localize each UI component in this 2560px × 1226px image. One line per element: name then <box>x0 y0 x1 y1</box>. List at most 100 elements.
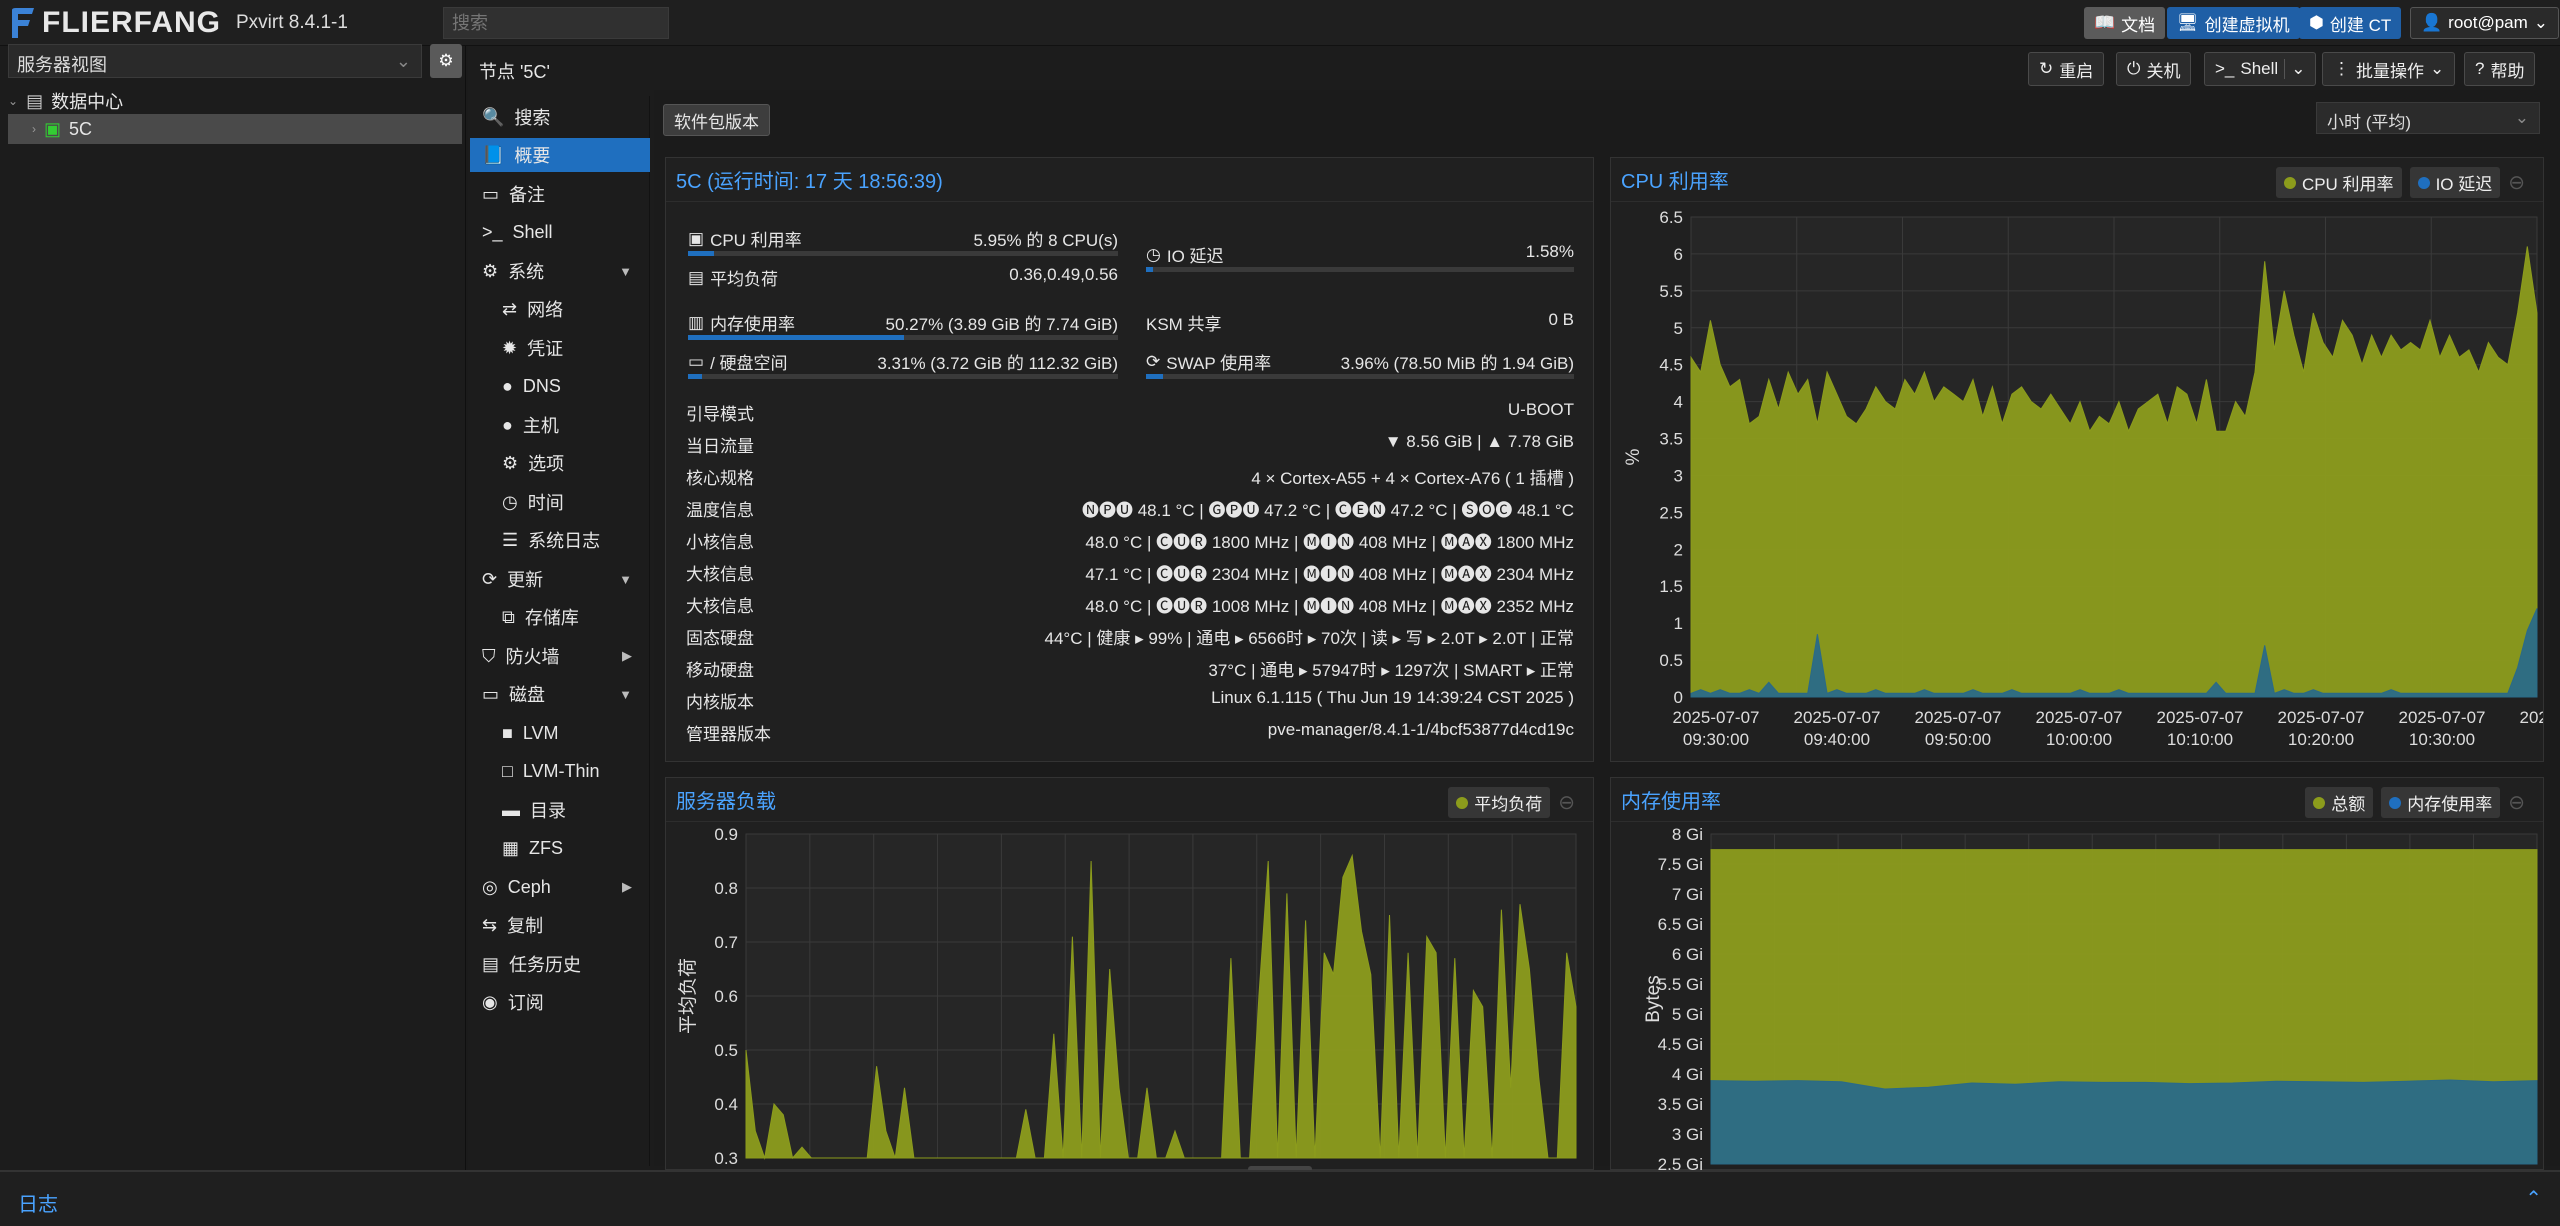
nav-label: 复制 <box>507 916 544 936</box>
cpu-usage-label-text: CPU 利用率 <box>710 231 802 250</box>
docs-button[interactable]: 📖 文档 <box>2084 7 2166 39</box>
legend-label: IO 延迟 <box>2435 175 2493 194</box>
info-row-label: 引导模式 <box>686 405 754 424</box>
help-button[interactable]: ? 帮助 <box>2464 52 2536 86</box>
nav-firewall[interactable]: ⛉ 防火墙 ▶ <box>470 639 650 673</box>
y-tick-label: 7 Gi <box>1672 885 1703 904</box>
nav-time[interactable]: ◷ 时间 <box>470 485 650 519</box>
nav-shell[interactable]: >_ Shell <box>470 215 650 249</box>
collapse-icon[interactable]: ⊖ <box>1558 790 1575 815</box>
tree-settings-button[interactable]: ⚙ <box>430 44 462 78</box>
global-search-input[interactable] <box>443 7 669 39</box>
nav-zfs[interactable]: ▦ ZFS <box>470 831 650 865</box>
certificate-icon: ✹ <box>502 337 518 358</box>
app-version: Pxvirt 8.4.1-1 <box>236 12 348 33</box>
caret-right-icon: ▶ <box>622 648 632 663</box>
globe-icon: ● <box>502 414 513 435</box>
search-icon: 🔍 <box>482 106 505 127</box>
nav-system[interactable]: ⚙ 系统 ▼ <box>470 254 650 288</box>
io-delay-label: ◷ IO 延迟 <box>1146 242 1224 267</box>
create-ct-button[interactable]: ⬢ 创建 CT <box>2299 7 2402 39</box>
reboot-button[interactable]: ↻ 重启 <box>2028 52 2105 86</box>
nav-disks[interactable]: ▭ 磁盘 ▼ <box>470 677 650 711</box>
y-tick-label: 0.7 <box>714 933 738 952</box>
collapse-icon[interactable]: ⊖ <box>2508 170 2525 195</box>
nav-network[interactable]: ⇄ 网络 <box>470 292 650 326</box>
bulk-actions-button[interactable]: ⋮ 批量操作 ⌄ <box>2322 52 2456 86</box>
y-tick-label: 0.6 <box>714 987 738 1006</box>
nav-search[interactable]: 🔍 搜索 <box>470 100 650 134</box>
cogs-icon: ⚙ <box>482 260 499 281</box>
nav-label: 搜索 <box>514 108 551 128</box>
power-icon: ⏻ <box>2127 59 2141 78</box>
nav-label: 系统日志 <box>528 531 601 551</box>
nav-syslog[interactable]: ☰ 系统日志 <box>470 523 650 557</box>
load-average-label: ▤ 平均负荷 <box>688 265 778 290</box>
nav-notes[interactable]: ▭ 备注 <box>470 177 650 211</box>
legend-total[interactable]: 总额 <box>2305 787 2374 818</box>
nav-replication[interactable]: ⇆ 复制 <box>470 908 650 942</box>
clock-icon: ◷ <box>1146 244 1161 264</box>
create-ct-label: 创建 CT <box>2329 15 2392 35</box>
nav-dns[interactable]: ● DNS <box>470 369 650 403</box>
info-row-label: 小核信息 <box>686 533 754 552</box>
hdd-icon: ▭ <box>688 351 705 371</box>
swap-usage-bar <box>1146 374 1574 379</box>
shell-button[interactable]: >_ Shell ⌄ <box>2204 52 2317 86</box>
shutdown-button[interactable]: ⏻ 关机 <box>2116 52 2192 86</box>
user-menu-button[interactable]: 👤 root@pam ⌄ <box>2410 7 2560 39</box>
y-axis-label: % <box>1623 448 1644 465</box>
tree-item-node[interactable]: › ▣ 5C <box>8 114 462 144</box>
create-vm-label: 创建虚拟机 <box>2204 15 2290 35</box>
legend-io[interactable]: IO 延迟 <box>2409 167 2501 198</box>
nav-ceph[interactable]: ◎ Ceph ▶ <box>470 870 650 904</box>
collapse-icon[interactable]: ⊖ <box>2508 790 2525 815</box>
nav-updates[interactable]: ⟳ 更新 ▼ <box>470 562 650 596</box>
nav-task-history[interactable]: ▤ 任务历史 <box>470 947 650 981</box>
expand-icon[interactable]: ⌃ <box>2525 1186 2542 1211</box>
monitor-icon: 🖥 <box>2177 13 2199 32</box>
timeframe-select[interactable]: 小时 (平均) ⌄ <box>2316 102 2540 134</box>
legend-memory[interactable]: 内存使用率 <box>2381 787 2501 818</box>
nav-summary[interactable]: 📘 概要 <box>470 138 650 172</box>
log-panel-title: 日志 <box>18 1194 58 1216</box>
nav-subscription[interactable]: ◉ 订阅 <box>470 985 650 1019</box>
y-tick-label: 2.5 Gi <box>1658 1155 1703 1170</box>
nav-label: Ceph <box>507 876 551 897</box>
nav-directory[interactable]: ▬ 目录 <box>470 793 650 827</box>
create-vm-button[interactable]: 🖥 创建虚拟机 <box>2167 7 2300 39</box>
nav-certificates[interactable]: ✹ 凭证 <box>470 331 650 365</box>
book-icon: 📖 <box>2094 13 2116 32</box>
package-versions-button[interactable]: 软件包版本 <box>663 104 770 136</box>
cpu-usage-label: ▣ CPU 利用率 <box>688 226 802 251</box>
legend-cpu[interactable]: CPU 利用率 <box>2275 167 2402 198</box>
nav-label: 网络 <box>527 300 564 320</box>
y-tick-label: 1.5 <box>1659 577 1683 596</box>
nav-hosts[interactable]: ● 主机 <box>470 408 650 442</box>
list-alt-icon: ▤ <box>482 953 500 974</box>
nav-options[interactable]: ⚙ 选项 <box>470 446 650 480</box>
legend-dot <box>2389 796 2402 809</box>
memory-usage-bar-fill <box>688 335 905 340</box>
help-icon: ? <box>2475 59 2485 78</box>
load-chart-svg: 0.9 0.8 0.7 0.6 0.5 0.4 0.3 平均负荷 <box>677 825 1577 1168</box>
legend-load[interactable]: 平均负荷 <box>1448 787 1551 818</box>
nav-repositories[interactable]: ⧉ 存储库 <box>470 600 650 634</box>
chevron-down-icon: ⌄ <box>2430 59 2445 78</box>
nav-lvm[interactable]: ■ LVM <box>470 716 650 750</box>
nav-lvm-thin[interactable]: □ LVM-Thin <box>470 754 650 788</box>
list-icon: ☰ <box>502 529 519 550</box>
info-row-value: 44°C | 健康 ▸ 99% | 通电 ▸ 6566时 ▸ 70次 | 读 ▸… <box>1044 629 1574 648</box>
memory-chart-panel: 内存使用率 总额 内存使用率 ⊖ 8 Gi 7.5 Gi 7 Gi 6.5 Gi 6 G… <box>1610 777 2544 1170</box>
info-row-label: 固态硬盘 <box>686 629 754 648</box>
swap-usage-value: 3.96% (78.50 MiB 的 1.94 GiB) <box>1340 354 1574 373</box>
breadcrumb: 节点 '5C' <box>479 62 550 82</box>
nav-label: 存储库 <box>524 608 579 628</box>
swap-usage-bar-fill <box>1146 374 1163 379</box>
info-row-label: 管理器版本 <box>686 725 771 744</box>
y-tick-label: 4.5 Gi <box>1658 1035 1703 1054</box>
view-selector[interactable]: 服务器视图 ⌄ <box>8 44 422 78</box>
tree-item-datacenter[interactable]: ⌄ ▤ 数据中心 <box>8 86 462 116</box>
chevron-down-icon: ⌄ <box>2533 13 2549 32</box>
x-tick-label: 2025-07-07 <box>2278 708 2365 727</box>
